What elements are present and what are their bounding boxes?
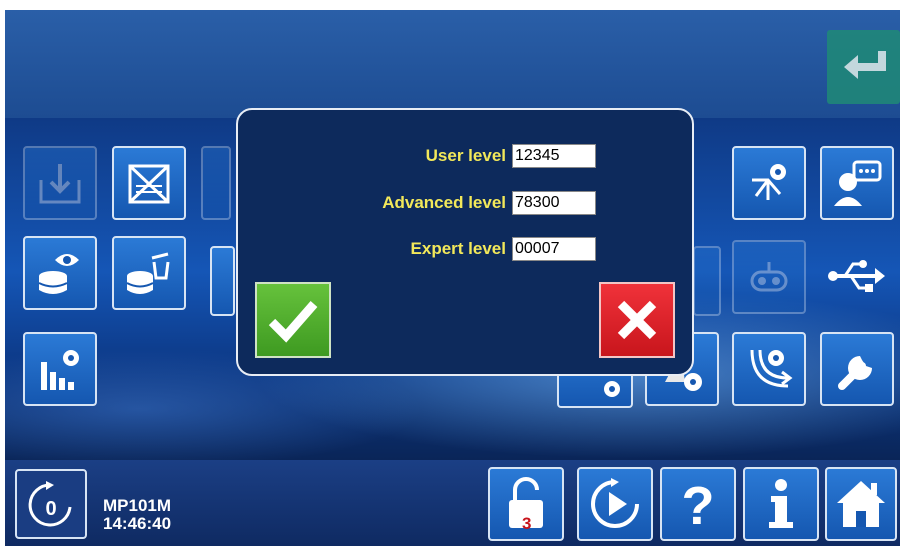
clock-time: 14:46:40 — [103, 514, 172, 533]
advanced-level-label: Advanced level — [382, 193, 506, 212]
chart-gear-icon — [41, 350, 79, 390]
play-button[interactable] — [577, 467, 653, 541]
robot-icon — [750, 262, 788, 292]
tools-tile[interactable] — [820, 332, 894, 406]
statistics-tile[interactable] — [23, 332, 97, 406]
expert-level-label: Expert level — [410, 239, 506, 258]
unlock-button[interactable]: 3 — [488, 467, 564, 541]
usb-button[interactable] — [820, 246, 890, 306]
enter-button[interactable] — [827, 30, 900, 104]
svg-text:?: ? — [682, 476, 715, 532]
expert-level-row: Expert level — [411, 236, 596, 262]
curve-arrows-gear-icon — [750, 349, 793, 388]
svg-text:0: 0 — [45, 498, 56, 520]
expert-level-input[interactable] — [512, 237, 596, 261]
delete-data-tile[interactable] — [112, 236, 186, 310]
help-button[interactable]: ? — [660, 467, 736, 541]
timer-button[interactable]: 0 — [15, 469, 87, 539]
top-bar — [5, 10, 900, 118]
advanced-level-input[interactable] — [512, 191, 596, 215]
advanced-level-row: Advanced level — [382, 190, 596, 216]
status-block: MP101M 14:46:40 — [103, 497, 171, 533]
partial-tile — [210, 246, 235, 316]
info-button[interactable] — [743, 467, 819, 541]
crossed-box-icon — [128, 164, 170, 204]
user-level-row: User level — [426, 143, 596, 169]
branch-gear-icon — [752, 164, 786, 200]
hidden-tile — [201, 146, 231, 220]
help-icon: ? — [682, 476, 715, 532]
view-data-tile[interactable] — [23, 236, 97, 310]
robot-tile[interactable] — [732, 240, 806, 314]
process-tile[interactable] — [732, 332, 806, 406]
eye-database-icon — [38, 254, 79, 294]
home-button[interactable] — [825, 467, 897, 541]
play-icon — [591, 478, 639, 528]
home-icon — [837, 481, 885, 527]
screen: User level Advanced level Expert level 0 — [5, 10, 900, 546]
enter-arrow-icon — [843, 51, 886, 79]
dim-tile-a — [693, 246, 721, 316]
user-level-input[interactable] — [512, 144, 596, 168]
x-icon — [617, 300, 657, 340]
download-tile[interactable] — [23, 146, 97, 220]
info-icon — [769, 479, 793, 528]
download-icon — [39, 164, 81, 204]
user-chat-icon — [834, 160, 882, 206]
wrench-icon — [838, 356, 872, 390]
timer-icon: 0 — [28, 481, 72, 527]
trash-database-icon — [126, 252, 170, 294]
access-level-dialog: User level Advanced level Expert level — [236, 108, 694, 376]
no-print-tile[interactable] — [112, 146, 186, 220]
user-level-label: User level — [425, 146, 506, 165]
lock-level-badge: 3 — [522, 514, 532, 533]
cancel-button[interactable] — [599, 282, 675, 358]
support-tile[interactable] — [820, 146, 894, 220]
confirm-button[interactable] — [255, 282, 331, 358]
distribution-tile[interactable] — [732, 146, 806, 220]
checkmark-icon — [268, 301, 318, 343]
machine-name: MP101M — [103, 496, 172, 515]
usb-icon — [828, 260, 885, 292]
